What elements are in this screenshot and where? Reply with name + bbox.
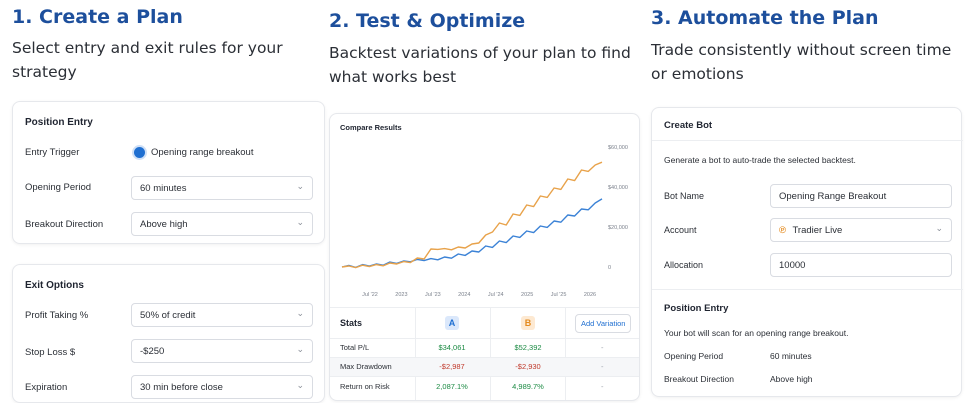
x-tick-label: 2023 (395, 292, 407, 298)
stat-label: Max Drawdown (340, 362, 392, 371)
entry-trigger-value: Opening range breakout (151, 147, 254, 158)
bot-opening-period-value: 60 minutes (770, 351, 812, 361)
chevron-down-icon: ⌄ (296, 380, 304, 390)
test-optimize-title: 2. Test & Optimize (329, 10, 526, 32)
series-line-a (341, 198, 603, 269)
create-bot-divider (652, 140, 963, 141)
stats-col-divider (415, 307, 416, 400)
stats-row-divider (330, 376, 639, 377)
opening-period-label: Opening Period (25, 182, 92, 193)
entry-trigger-label: Entry Trigger (25, 147, 80, 158)
create-plan-subtitle: Select entry and exit rules for your str… (12, 39, 283, 81)
chevron-down-icon: ⌄ (296, 308, 304, 318)
position-entry-card: Position Entry Entry Trigger Opening ran… (12, 101, 325, 244)
bot-opening-period-label: Opening Period (664, 351, 724, 361)
stats-row-divider (330, 357, 639, 358)
create-bot-description: Generate a bot to auto-trade the selecte… (664, 155, 856, 165)
allocation-value: 10000 (779, 260, 806, 271)
account-select[interactable]: ℗ Tradier Live ⌄ (770, 218, 952, 242)
entry-trigger-radio[interactable] (134, 147, 145, 158)
breakout-direction-label: Breakout Direction (25, 219, 104, 230)
stat-value-b: $52,392 (514, 343, 542, 352)
bot-breakout-direction-label: Breakout Direction (664, 374, 734, 384)
exit-options-card: Exit Options Profit Taking % 50% of cred… (12, 264, 325, 403)
x-tick-label: 2024 (458, 292, 470, 298)
profit-taking-select[interactable]: 50% of credit ⌄ (131, 303, 313, 327)
allocation-label: Allocation (664, 260, 704, 270)
create-bot-title: Create Bot (664, 120, 713, 131)
chevron-down-icon: ⌄ (296, 344, 304, 354)
stop-loss-value: -$250 (140, 346, 165, 357)
bot-name-label: Bot Name (664, 191, 705, 201)
chevron-down-icon: ⌄ (935, 223, 943, 233)
stat-value-b: -$2,930 (515, 362, 541, 371)
bot-section-divider (652, 289, 963, 290)
profit-taking-label: Profit Taking % (25, 310, 89, 321)
stat-value-a: -$2,987 (439, 362, 465, 371)
automate-plan-subtitle: Trade consistently without screen time o… (651, 41, 952, 83)
expiration-label: Expiration (25, 382, 68, 393)
chevron-down-icon: ⌄ (296, 181, 304, 191)
account-value: Tradier Live (792, 225, 843, 236)
x-tick-label: Jul '25 (551, 292, 567, 298)
test-optimize-subtitle: Backtest variations of your plan to find… (329, 44, 631, 86)
stats-row-divider (330, 338, 639, 339)
opening-period-value: 60 minutes (140, 183, 187, 194)
x-tick-label: Jul '23 (425, 292, 441, 298)
variation-a-badge[interactable]: A (445, 316, 459, 330)
stats-header: Stats (340, 318, 363, 328)
tradier-logo-icon: ℗ (779, 225, 786, 236)
y-tick-label: $60,000 (608, 145, 628, 151)
stats-col-divider (490, 307, 491, 400)
stat-value-a: $34,061 (438, 343, 466, 352)
stats-divider (330, 307, 639, 308)
add-variation-button[interactable]: Add Variation (575, 314, 632, 333)
allocation-input[interactable]: 10000 (770, 253, 952, 277)
bot-entry-description: Your bot will scan for an opening range … (664, 328, 849, 338)
x-tick-label: Jul '24 (488, 292, 504, 298)
create-plan-title: 1. Create a Plan (12, 6, 183, 28)
chevron-down-icon: ⌄ (296, 217, 304, 227)
breakout-direction-select[interactable]: Above high ⌄ (131, 212, 313, 236)
x-tick-label: 2026 (584, 292, 596, 298)
profit-taking-value: 50% of credit (140, 310, 196, 321)
stat-value-b: 4,989.7% (512, 382, 544, 391)
exit-options-title: Exit Options (25, 280, 84, 291)
account-label: Account (664, 225, 697, 235)
breakout-direction-value: Above high (140, 219, 188, 230)
compare-results-title: Compare Results (340, 123, 402, 132)
bot-position-entry-title: Position Entry (664, 303, 729, 314)
bot-breakout-direction-value: Above high (770, 374, 813, 384)
equity-curve-chart: $60,000 $40,000 $20,000 0 Jul '22 2023 Jul '23… (341, 145, 628, 298)
create-bot-card: Create Bot Generate a bot to auto-trade … (651, 107, 963, 397)
compare-results-card: Compare Results $60,000 $40,000 $20,000 0 Ju… (329, 113, 640, 401)
bot-name-value: Opening Range Breakout (779, 191, 887, 202)
bot-name-input[interactable]: Opening Range Breakout (770, 184, 952, 208)
stat-label: Total P/L (340, 343, 370, 352)
y-tick-label: $20,000 (608, 225, 628, 231)
stop-loss-label: Stop Loss $ (25, 347, 76, 358)
stats-col-divider (565, 307, 566, 400)
expiration-select[interactable]: 30 min before close ⌄ (131, 375, 313, 399)
stop-loss-select[interactable]: -$250 ⌄ (131, 339, 313, 363)
stat-value-a: 2,087.1% (436, 382, 468, 391)
stat-value-empty: - (601, 382, 604, 391)
opening-period-select[interactable]: 60 minutes ⌄ (131, 176, 313, 200)
x-tick-label: Jul '22 (362, 292, 378, 298)
stat-label: Return on Risk (340, 382, 390, 391)
stat-value-empty: - (601, 362, 604, 371)
expiration-value: 30 min before close (140, 382, 223, 393)
y-tick-label: 0 (608, 265, 611, 271)
x-tick-label: 2025 (521, 292, 533, 298)
stat-value-empty: - (601, 343, 604, 352)
position-entry-title: Position Entry (25, 117, 93, 128)
automate-plan-title: 3. Automate the Plan (651, 7, 879, 29)
variation-b-badge[interactable]: B (521, 316, 535, 330)
y-tick-label: $40,000 (608, 185, 628, 191)
